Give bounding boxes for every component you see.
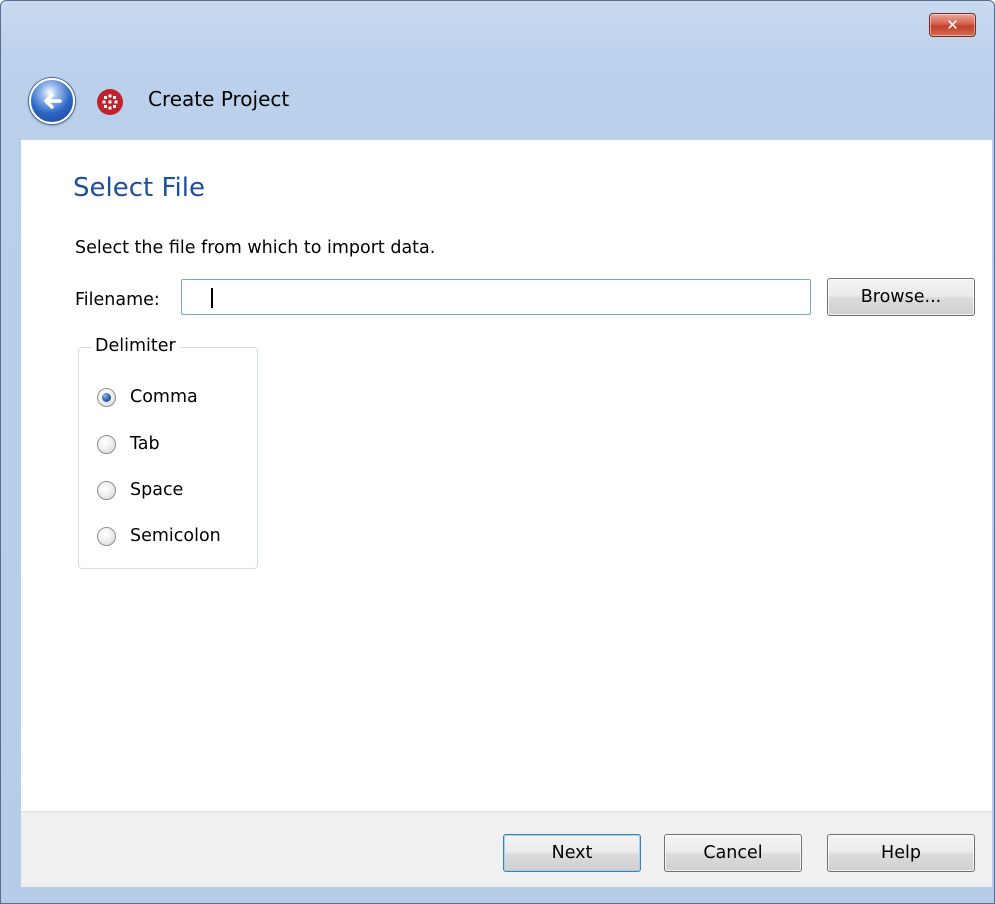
close-icon: ✕ <box>946 16 959 34</box>
button-bar: Next Cancel Help <box>21 811 992 887</box>
radio-tab[interactable]: Tab <box>97 431 160 457</box>
radio-label-semicolon: Semicolon <box>130 526 221 546</box>
close-button[interactable]: ✕ <box>929 13 976 37</box>
text-caret <box>211 288 213 308</box>
radio-label-comma: Comma <box>130 387 198 407</box>
radio-comma[interactable]: Comma <box>97 384 198 410</box>
help-button[interactable]: Help <box>827 834 975 872</box>
radio-circle[interactable] <box>97 434 116 454</box>
radio-circle[interactable] <box>97 480 116 500</box>
delimiter-group: Delimiter Comma Tab Space Semicolon <box>78 336 258 569</box>
radio-label-space: Space <box>130 480 184 500</box>
back-button[interactable] <box>29 78 75 124</box>
radio-circle[interactable] <box>97 526 116 546</box>
app-grid-icon <box>97 89 123 115</box>
filename-input[interactable] <box>181 279 811 315</box>
next-button[interactable]: Next <box>503 834 641 872</box>
instruction-text: Select the file from which to import dat… <box>75 238 436 258</box>
radio-space[interactable]: Space <box>97 477 183 503</box>
back-arrow-icon <box>44 93 62 109</box>
radio-circle[interactable] <box>97 387 116 407</box>
filename-label: Filename: <box>75 290 160 310</box>
browse-button[interactable]: Browse... <box>827 278 975 316</box>
window-title: Create Project <box>148 87 290 111</box>
cancel-button[interactable]: Cancel <box>664 834 802 872</box>
page-heading: Select File <box>73 173 205 203</box>
dialog-window: ✕ Create Project Select File Select the … <box>0 0 995 904</box>
radio-label-tab: Tab <box>130 434 160 454</box>
radio-semicolon[interactable]: Semicolon <box>97 523 221 549</box>
content-panel: Select File Select the file from which t… <box>21 139 992 811</box>
radio-selected-dot <box>102 392 111 402</box>
delimiter-legend: Delimiter <box>91 336 180 356</box>
